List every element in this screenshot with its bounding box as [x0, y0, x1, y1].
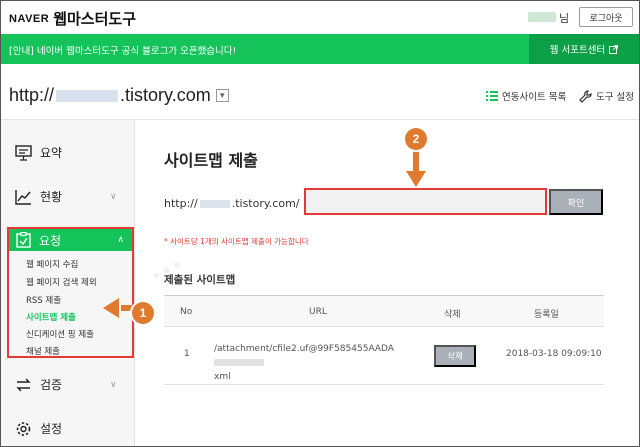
monitor-icon — [15, 144, 32, 161]
row-date: 2018-03-18 09:09:10 — [506, 349, 602, 359]
sidebar-sub-page-exclude[interactable]: 웹 페이지 검색 제외 — [26, 276, 97, 288]
linked-sites-link[interactable]: 연동사이트 목록 — [486, 89, 566, 103]
wrench-icon — [579, 89, 592, 103]
sidebar-item-summary[interactable]: 요약 — [15, 144, 62, 161]
app-title: 웹마스터도구 — [53, 10, 137, 28]
sidebar: 요약 현황 ∨ 요청 ∧ 웹 페이지 수집 웹 페이지 검색 제외 RSS 제출… — [1, 120, 135, 446]
row-url-line1: /attachment/cfile2.uf@99F585455AADA — [214, 344, 394, 354]
notice-text[interactable]: [안내] 네이버 웹마스터도구 공식 블로그가 오픈했습니다! — [9, 43, 236, 57]
sitemap-note: * 사이트당 1개의 사이트맵 제출이 가능합니다 — [164, 237, 309, 246]
sidebar-item-label: 현황 — [40, 190, 63, 204]
main-content: 사이트맵 제출 http:// .tistory.com/ 확인 * 사이트당 … — [136, 120, 639, 446]
annotation-badge-2: 2 — [405, 128, 427, 150]
url-blurred — [199, 199, 230, 208]
site-url-suffix: .tistory.com — [120, 85, 211, 105]
support-center-label: 웹 서포트센터 — [549, 45, 606, 56]
notice-bar: [안내] 네이버 웹마스터도구 공식 블로그가 오픈했습니다! 웹 서포트센터 — [1, 34, 639, 64]
col-no: No — [180, 307, 193, 317]
sidebar-sub-page-collect[interactable]: 웹 페이지 수집 — [26, 258, 78, 270]
sidebar-item-label: 검증 — [40, 378, 63, 392]
tool-settings-label: 도구 설정 — [596, 92, 634, 103]
site-bar: http:// .tistory.com ▼ 연동사이트 목록 도구 설정 — [1, 64, 639, 120]
sidebar-sub-syndication[interactable]: 신디케이션 핑 제출 — [26, 328, 94, 340]
naver-logo: NAVER — [9, 12, 50, 25]
confirm-button[interactable]: 확인 — [549, 189, 603, 215]
sidebar-item-label: 요청 — [39, 233, 62, 248]
url-suffix-text: .tistory.com/ — [231, 197, 300, 210]
sidebar-item-label: 설정 — [40, 422, 63, 436]
table-header: No URL 삭제 등록일 — [164, 295, 604, 327]
site-url-prefix: http:// — [9, 85, 55, 105]
site-selector[interactable]: http:// .tistory.com ▼ — [9, 85, 229, 106]
row-no: 1 — [184, 349, 190, 359]
sidebar-sub-rss[interactable]: RSS 제출 — [26, 294, 61, 306]
clipboard-check-icon — [16, 232, 31, 248]
external-link-icon — [609, 44, 619, 54]
delete-button[interactable]: 삭제 — [434, 345, 476, 367]
swap-arrows-icon — [16, 378, 31, 391]
row-url-line2: xml — [214, 372, 231, 382]
sitemap-url-prefix: http:// .tistory.com/ — [164, 197, 300, 210]
col-url: URL — [309, 307, 327, 317]
chevron-up-icon: ∧ — [117, 235, 124, 245]
sidebar-sub-sitemap[interactable]: 사이트맵 제출 — [26, 311, 76, 323]
submitted-sitemaps-title: 제출된 사이트맵 — [164, 274, 236, 286]
top-bar: NAVER 웹마스터도구 님 로그아웃 — [1, 1, 639, 34]
username-blurred — [528, 12, 556, 22]
col-date: 등록일 — [534, 310, 559, 320]
linked-sites-label: 연동사이트 목록 — [502, 92, 567, 103]
sitemap-input[interactable] — [304, 188, 547, 215]
sidebar-item-label: 요약 — [40, 146, 63, 160]
page-title: 사이트맵 제출 — [164, 151, 258, 170]
logo[interactable]: NAVER 웹마스터도구 — [9, 8, 136, 29]
chevron-down-icon: ∨ — [110, 379, 117, 390]
user-suffix: 님 — [559, 12, 570, 25]
support-center-button[interactable]: 웹 서포트센터 — [529, 34, 639, 64]
sidebar-item-settings[interactable]: 설정 — [15, 420, 62, 437]
line-chart-icon — [15, 189, 31, 205]
list-icon — [486, 91, 498, 101]
col-delete: 삭제 — [444, 310, 461, 320]
sitemap-table: No URL 삭제 등록일 1 /attachment/cfile2.uf@99… — [164, 295, 604, 385]
tool-settings-link[interactable]: 도구 설정 — [579, 89, 634, 103]
url-prefix-text: http:// — [164, 197, 198, 210]
annotation-badge-1: 1 — [132, 302, 154, 324]
sidebar-item-verify[interactable]: 검증 ∨ — [15, 376, 117, 393]
sidebar-sub-channel[interactable]: 채널 제출 — [26, 345, 60, 357]
app-frame: NAVER 웹마스터도구 님 로그아웃 [안내] 네이버 웹마스터도구 공식 블… — [0, 0, 640, 447]
sidebar-item-status[interactable]: 현황 ∨ — [15, 188, 117, 205]
row-url-blurred — [214, 359, 264, 366]
logout-button[interactable]: 로그아웃 — [579, 7, 633, 27]
row-url[interactable]: /attachment/cfile2.uf@99F585455AADA xml — [214, 342, 424, 384]
chevron-down-icon[interactable]: ▼ — [215, 89, 229, 102]
chevron-down-icon: ∨ — [110, 191, 117, 202]
sidebar-item-request[interactable]: 요청 ∧ — [9, 229, 132, 251]
gear-icon — [16, 421, 31, 436]
table-row: 1 /attachment/cfile2.uf@99F585455AADA xm… — [164, 327, 604, 385]
site-url-blurred — [56, 89, 119, 102]
